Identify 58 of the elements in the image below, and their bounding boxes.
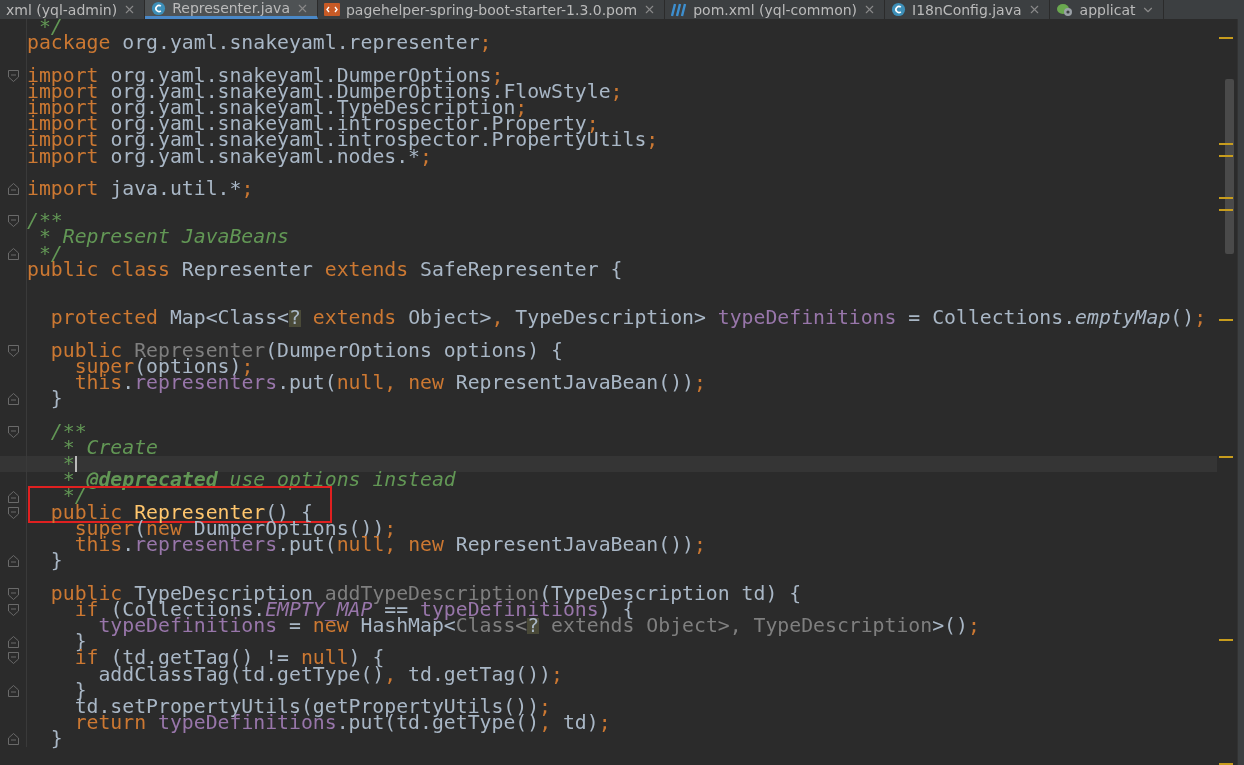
code-line: import org.yaml.snakeyaml.introspector.Property;	[27, 116, 599, 133]
fold-icon[interactable]	[7, 587, 19, 600]
code-line: }	[49, 391, 63, 408]
code-line: * Represent JavaBeans	[38, 229, 289, 246]
tab-label: I18nConfig.java	[912, 1, 1022, 18]
unfold-icon[interactable]	[7, 684, 19, 697]
fold-icon[interactable]	[7, 344, 19, 357]
code-line: /**	[49, 423, 87, 440]
fold-icon[interactable]	[7, 652, 19, 665]
code-line: public class Representer extends SafeRepresenter {	[27, 261, 623, 278]
class-icon	[891, 2, 907, 17]
class-icon	[151, 0, 167, 16]
xml-file-icon	[323, 3, 340, 16]
code-line: */	[38, 19, 63, 36]
code-line: }	[73, 634, 87, 651]
code-line: *	[61, 456, 75, 473]
code-line: * Create	[62, 439, 158, 457]
code-line: package org.yaml.snakeyaml.representer;	[27, 35, 492, 52]
code-line: import org.yaml.snakeyaml.DumperOptions;	[27, 67, 504, 84]
text-cursor	[74, 456, 77, 473]
code-line: }	[49, 731, 63, 748]
code-line: import java.util.*;	[27, 180, 254, 198]
code-line: protected Map<Class<? extends Object>, TypeDescription> typeDefinitions = Collections.emptyMap();	[49, 310, 1207, 327]
tab-label: applicat	[1079, 1, 1136, 18]
fold-icon[interactable]	[7, 506, 19, 519]
scroll-thumb[interactable]	[1225, 79, 1234, 254]
code-line: }	[49, 553, 63, 570]
unfold-icon[interactable]	[7, 733, 19, 746]
fold-icon[interactable]	[7, 215, 19, 228]
fold-icon[interactable]	[7, 425, 19, 438]
unfold-icon[interactable]	[7, 555, 19, 568]
editor-tab[interactable]: Representer.java	[145, 0, 318, 19]
tab-label: pagehelper-spring-boot-starter-1.3.0.pom	[345, 1, 638, 18]
unfold-icon[interactable]	[7, 636, 19, 649]
code-line: /**	[27, 213, 63, 230]
code-line: public TypeDescription addTypeDescription(TypeDescription td) {	[49, 585, 802, 602]
unfold-icon[interactable]	[7, 182, 19, 195]
unfold-icon[interactable]	[7, 490, 19, 503]
tab-label: pom.xml (yql-common)	[693, 1, 858, 18]
code-line: * @deprecated use options instead	[61, 472, 456, 489]
code-line: */	[38, 245, 63, 262]
code-line: addClassTag(td.getType(), td.getTag());	[97, 666, 563, 683]
tab-label: Representer.java	[172, 0, 290, 16]
leaf-gear-icon	[1055, 2, 1074, 17]
tab-label: xml (yql-admin)	[6, 1, 118, 18]
unfold-icon[interactable]	[7, 247, 19, 260]
code-line: public Representer() {	[49, 504, 313, 521]
fold-icon[interactable]	[7, 69, 19, 82]
code-line: */	[62, 488, 87, 505]
code-line: if (td.getTag() != null) {	[73, 650, 385, 667]
maven-icon	[671, 2, 688, 17]
code-line: import org.yaml.snakeyaml.introspector.PropertyUtils;	[27, 132, 659, 149]
code-line: import org.yaml.snakeyaml.nodes.*;	[27, 148, 432, 165]
code-line: }	[73, 682, 87, 699]
code-line: return typeDefinitions.put(td.getType(), td);	[73, 715, 611, 732]
unfold-icon[interactable]	[7, 393, 19, 406]
fold-icon[interactable]	[7, 603, 19, 616]
code-line: this.representers.put(null, new RepresentJavaBean());	[73, 375, 706, 392]
